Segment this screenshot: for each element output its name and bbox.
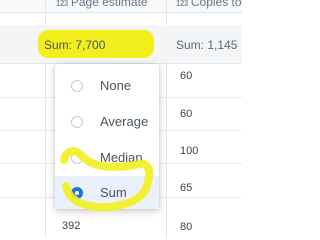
annotation-scribble bbox=[60, 147, 154, 212]
